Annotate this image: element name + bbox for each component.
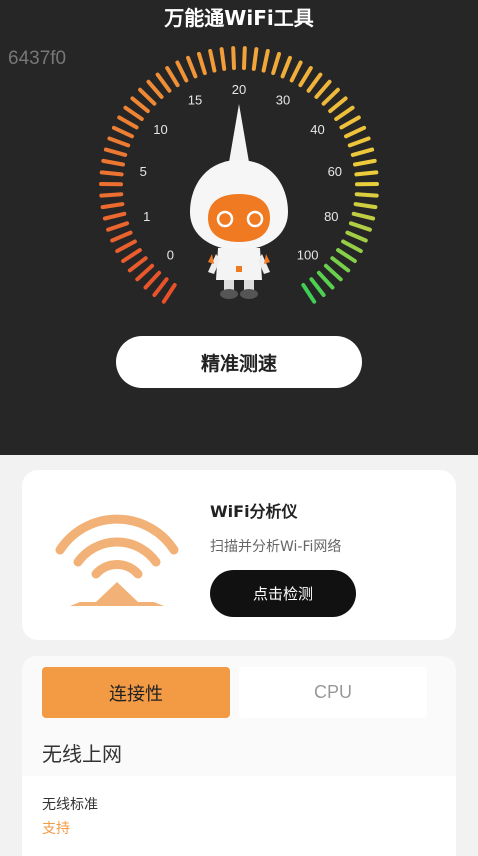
row-value: 支持 (42, 818, 70, 838)
tab-connectivity[interactable]: 连接性 (42, 667, 230, 718)
gauge-label: 80 (324, 209, 338, 224)
wifi-signal-tower-icon (52, 502, 182, 612)
row-label: 无线标准 (42, 794, 98, 814)
gauge-tick (101, 194, 121, 195)
gauge-tick (149, 82, 162, 97)
gauge-tick (114, 128, 132, 137)
gauge-tick (332, 258, 348, 270)
gauge-tick (326, 266, 341, 280)
gauge-tick (119, 118, 136, 128)
gauge-tick (102, 172, 122, 174)
gauge-tick (347, 233, 365, 241)
gauge-tick (330, 98, 345, 111)
gauge-tick (222, 49, 225, 69)
wifi-analyzer-title: WiFi分析仪 (210, 498, 298, 522)
gauge-tick (341, 118, 358, 128)
gauge-tick (311, 279, 323, 295)
gauge-tick (283, 58, 290, 77)
gauge-tick (233, 48, 234, 68)
gauge-tick (292, 63, 301, 81)
gauge-tick (132, 98, 147, 111)
gauge-tick (336, 108, 352, 119)
gauge-tick (199, 54, 205, 73)
gauge-tick (103, 161, 123, 165)
gauge-label: 20 (232, 82, 246, 97)
gauge-tick (350, 139, 369, 146)
gauge-tick (154, 279, 166, 295)
gauge-tick (264, 51, 268, 71)
gauge-tick (177, 63, 186, 81)
gauge-label: 15 (188, 93, 202, 108)
gauge-label: 0 (167, 248, 174, 263)
gauge-tick (146, 273, 160, 288)
gauge-tick (108, 223, 127, 229)
gauge-tick (158, 75, 170, 91)
gauge-label: 40 (310, 122, 324, 137)
gauge-label: 5 (140, 164, 147, 179)
wifi-analyzer-card: WiFi分析仪 扫描并分析Wi-Fi网络 点击检测 (22, 470, 456, 640)
gauge-tick (353, 150, 372, 155)
speed-gauge-panel: 万能通WiFi工具 6437f0 01510152030406080100 (0, 0, 478, 455)
gauge-tick (109, 139, 128, 146)
network-info-panel: 连接性 CPU 无线上网 无线标准 支持 (22, 656, 456, 856)
gauge-tick (346, 128, 364, 137)
gauge-tick (137, 266, 152, 280)
gauge-label: 60 (328, 164, 342, 179)
gauge-tick (273, 54, 279, 73)
gauge-tick (343, 242, 361, 252)
precise-speed-test-button[interactable]: 精准测速 (116, 336, 362, 388)
gauge-tick (106, 150, 125, 155)
gauge-tick (316, 82, 329, 97)
gauge-tick (105, 214, 124, 219)
gauge-tick (303, 285, 314, 302)
gauge-tick (167, 68, 177, 85)
gauge-tick (357, 194, 377, 195)
tab-cpu[interactable]: CPU (239, 667, 427, 718)
gauge-tick (324, 90, 338, 104)
gauge-tick (354, 214, 373, 219)
gauge-label: 10 (153, 122, 167, 137)
gauge-tick (300, 68, 310, 85)
gauge-tick (125, 108, 141, 119)
gauge-tick (309, 75, 321, 91)
gauge-tick (210, 51, 214, 71)
gauge-tick (164, 285, 175, 302)
gauge-tick (338, 250, 355, 261)
gauge-label: 1 (143, 209, 150, 224)
gauge-tick (188, 58, 195, 77)
gauge-tick (140, 90, 154, 104)
gauge-label: 30 (276, 93, 290, 108)
gauge-tick (103, 204, 123, 207)
gauge-tick (130, 258, 146, 270)
robot-mascot-icon (190, 104, 288, 299)
section-title: 无线上网 (42, 738, 122, 767)
gauge-tick (356, 172, 376, 174)
list-item: 无线标准 支持 (22, 776, 456, 856)
gauge-label: 100 (297, 248, 319, 263)
check-button[interactable]: 点击检测 (210, 570, 356, 617)
gauge-tick (244, 48, 245, 68)
gauge-tick (123, 250, 140, 261)
gauge-tick (356, 204, 376, 207)
gauge-tick (319, 273, 333, 288)
gauge-tick (351, 223, 370, 229)
gauge-tick (112, 233, 130, 241)
gauge-tick (254, 49, 257, 69)
gauge-tick (117, 242, 135, 252)
gauge-tick (355, 161, 375, 165)
wifi-analyzer-subtitle: 扫描并分析Wi-Fi网络 (210, 536, 341, 556)
